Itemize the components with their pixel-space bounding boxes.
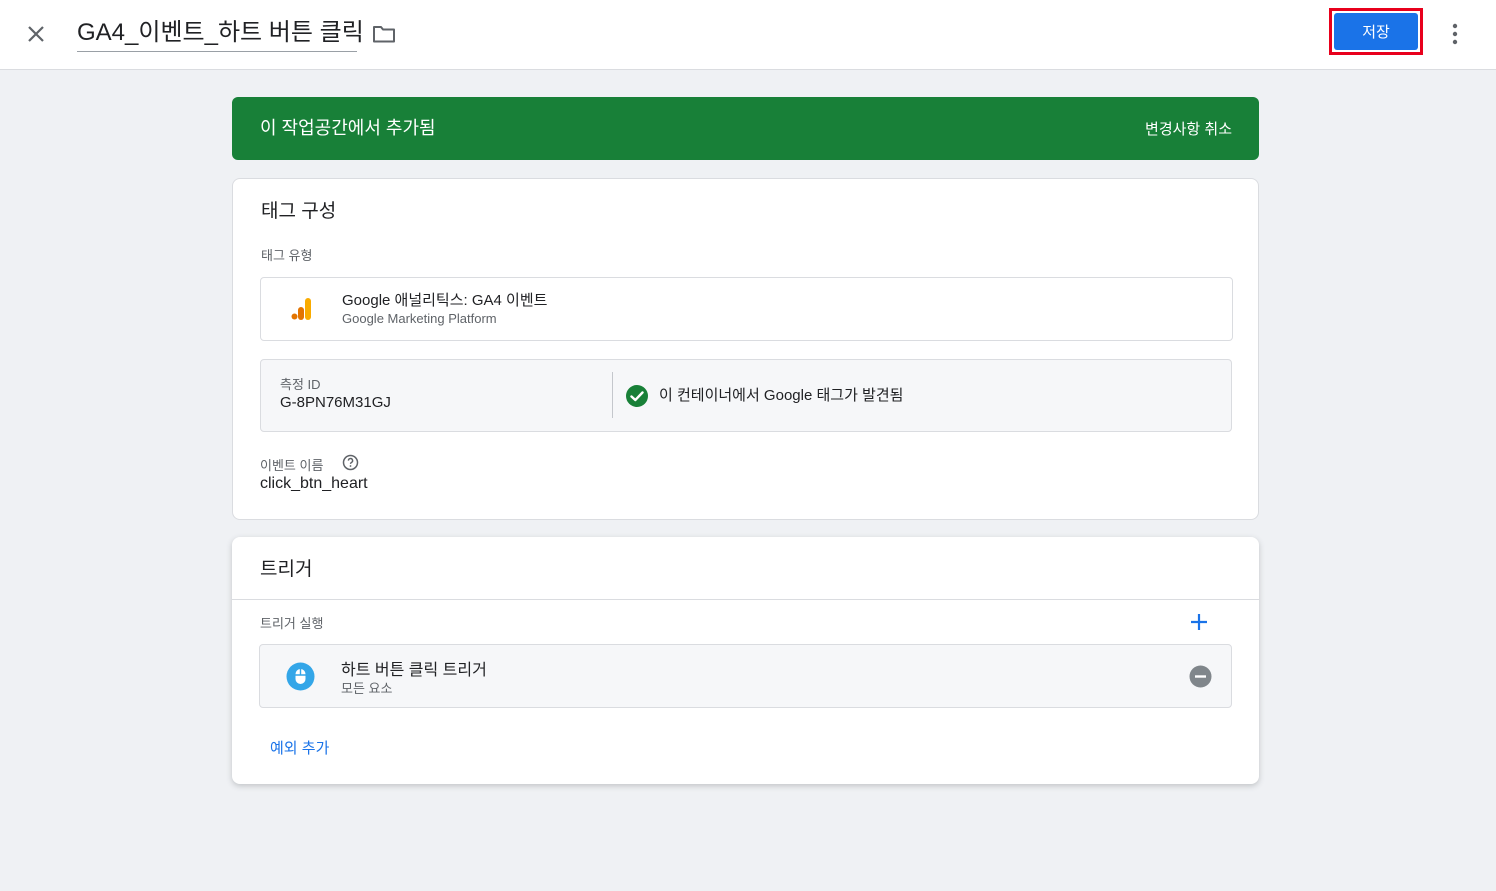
workspace-status-banner: 이 작업공간에서 추가됨 변경사항 취소 (232, 97, 1259, 160)
trigger-name: 하트 버튼 클릭 트리거 (341, 662, 487, 679)
card-title: 태그 구성 (261, 201, 337, 222)
measurement-id-box: 측정 ID G-8PN76M31GJ 이 컨테이너에서 Google 태그가 발… (260, 359, 1232, 432)
more-vert-icon[interactable] (1443, 20, 1467, 48)
tag-type-selector[interactable]: Google 애널리틱스: GA4 이벤트 Google Marketing P… (260, 277, 1233, 341)
card-title: 트리거 (260, 559, 313, 580)
tag-configuration-card[interactable]: 태그 구성 태그 유형 Google 애널리틱스: GA4 이벤트 Google… (232, 178, 1259, 520)
top-bar: GA4_이벤트_하트 버튼 클릭 저장 (0, 0, 1496, 70)
click-trigger-icon (286, 662, 315, 691)
firing-triggers-label: 트리거 실행 (260, 616, 324, 631)
banner-text: 이 작업공간에서 추가됨 (260, 118, 436, 138)
folder-icon[interactable] (371, 22, 397, 46)
tag-type-label: 태그 유형 (261, 248, 313, 263)
google-tag-status: 이 컨테이너에서 Google 태그가 발견됨 (659, 387, 904, 404)
triggering-card: 트리거 트리거 실행 하트 버튼 클릭 트리거 모든 요소 예외 추가 (232, 537, 1259, 784)
add-trigger-icon[interactable] (1188, 611, 1210, 633)
measurement-id-label: 측정 ID (280, 377, 321, 392)
discard-changes-link[interactable]: 변경사항 취소 (1145, 118, 1232, 139)
tag-name-field[interactable]: GA4_이벤트_하트 버튼 클릭 (77, 16, 364, 52)
divider (612, 372, 613, 418)
trigger-subtitle: 모든 요소 (341, 681, 393, 696)
save-button[interactable]: 저장 (1334, 13, 1418, 50)
google-analytics-icon (291, 296, 313, 322)
tag-type-name: Google 애널리틱스: GA4 이벤트 (342, 292, 548, 309)
help-icon[interactable] (342, 454, 359, 471)
close-icon[interactable] (22, 20, 50, 48)
trigger-item[interactable]: 하트 버튼 클릭 트리거 모든 요소 (259, 644, 1232, 708)
tag-title: GA4_이벤트_하트 버튼 클릭 (77, 19, 364, 46)
remove-circle-icon[interactable] (1189, 665, 1212, 688)
check-circle-icon (625, 384, 649, 408)
tag-type-provider: Google Marketing Platform (342, 311, 497, 326)
event-name-value: click_btn_heart (260, 475, 368, 492)
add-exception-link[interactable]: 예외 추가 (270, 737, 329, 758)
measurement-id-value: G-8PN76M31GJ (280, 394, 391, 411)
event-name-label: 이벤트 이름 (260, 458, 324, 473)
divider (232, 599, 1259, 600)
